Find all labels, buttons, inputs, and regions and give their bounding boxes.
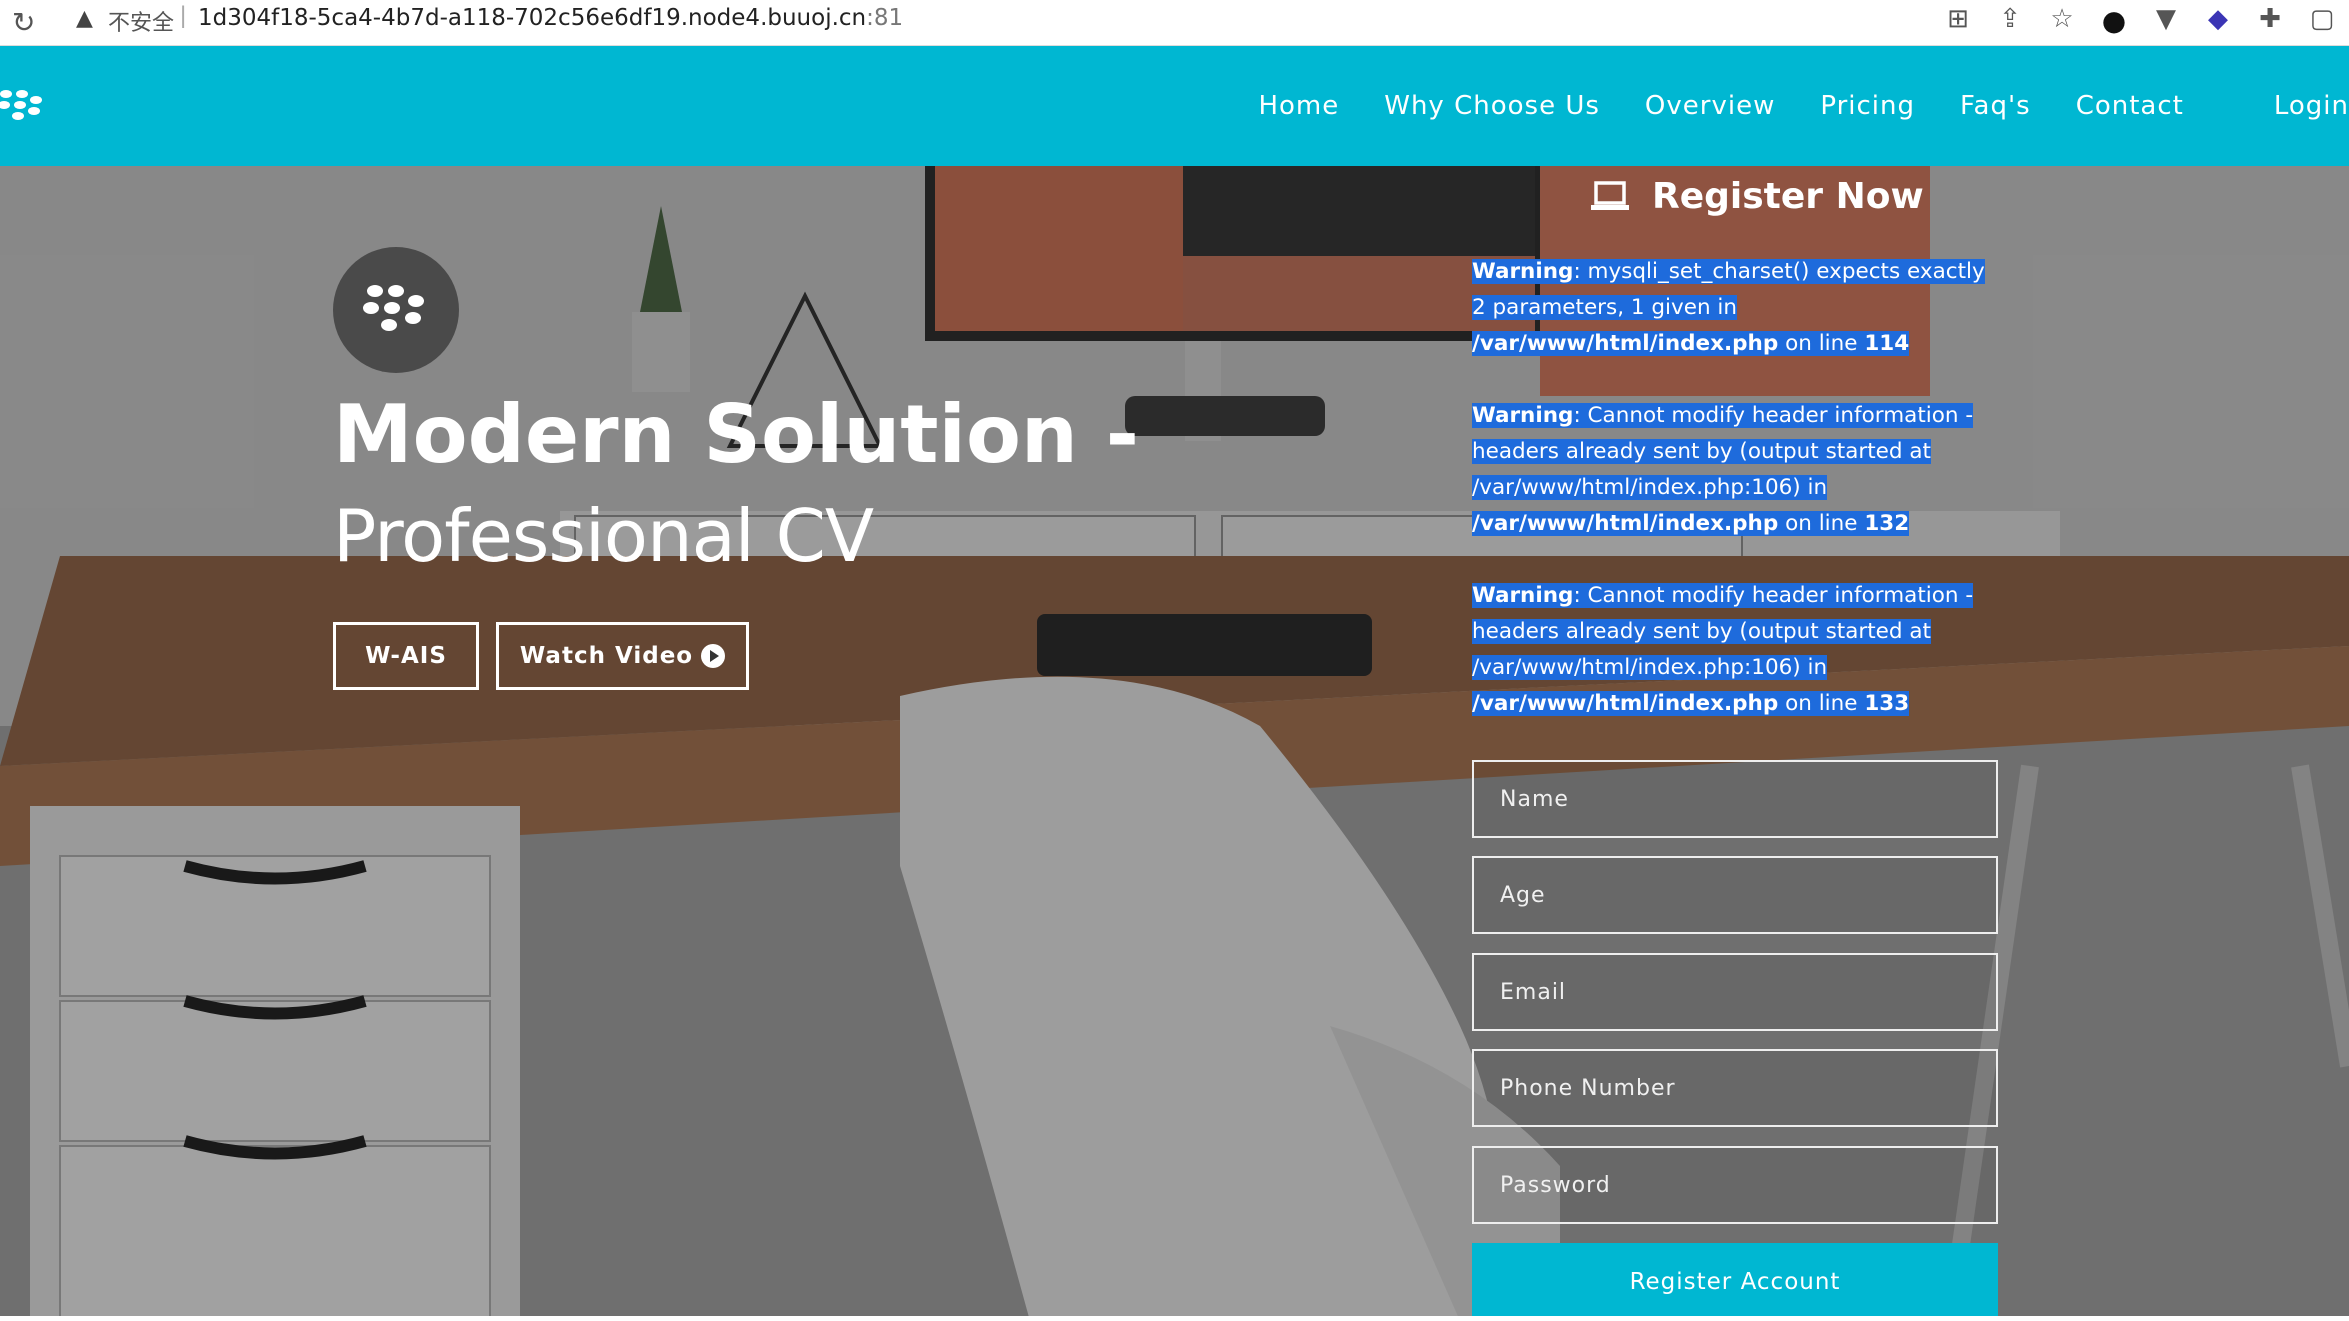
reload-icon[interactable]: ↻ bbox=[12, 6, 35, 39]
nav-contact[interactable]: Contact bbox=[2076, 91, 2184, 121]
register-title: Register Now bbox=[1652, 176, 1924, 217]
phone-number-input[interactable] bbox=[1472, 1049, 1998, 1127]
nav-home[interactable]: Home bbox=[1258, 91, 1339, 121]
warning-label: Warning bbox=[1472, 259, 1574, 284]
email-input[interactable] bbox=[1472, 953, 1998, 1031]
w-ais-button[interactable]: W-AIS bbox=[333, 622, 479, 690]
warning-mid: on line bbox=[1778, 511, 1865, 536]
url-separator: | bbox=[180, 2, 187, 29]
warning-line: 133 bbox=[1864, 691, 1910, 716]
blackberry-logo-icon[interactable] bbox=[0, 84, 44, 128]
toolbar-icons: ⊞ ⇪ ☆ ● ▼ ◆ ✚ ▢ bbox=[1943, 4, 2337, 37]
register-heading: Register Now bbox=[1590, 176, 1924, 217]
nav-links: Home Why Choose Us Overview Pricing Faq'… bbox=[1213, 46, 2349, 166]
translate-icon[interactable]: ⊞ bbox=[1943, 4, 1973, 37]
laptop-icon bbox=[1591, 180, 1629, 210]
extension-badge-icon[interactable]: ◆ bbox=[2203, 4, 2233, 37]
play-circle-icon bbox=[701, 644, 726, 668]
star-icon[interactable]: ☆ bbox=[2047, 4, 2077, 37]
warning-label: Warning bbox=[1472, 583, 1574, 608]
warning-icon[interactable]: ▲ bbox=[76, 6, 93, 31]
w-ais-label: W-AIS bbox=[365, 643, 447, 669]
register-account-button[interactable]: Register Account bbox=[1472, 1243, 1998, 1321]
page-bottom-edge bbox=[0, 1316, 2349, 1321]
hero-logo bbox=[333, 247, 459, 373]
url-host: 1d304f18-5ca4-4b7d-a118-702c56e6df19.nod… bbox=[198, 5, 867, 31]
nav-faqs[interactable]: Faq's bbox=[1960, 91, 2031, 121]
warning-file: /var/www/html/index.php bbox=[1472, 691, 1779, 716]
obsidian-icon[interactable]: ● bbox=[2099, 4, 2129, 37]
blackberry-logo-icon bbox=[363, 285, 424, 331]
hero-section: Modern Solution - Professional CV W-AIS … bbox=[0, 166, 2349, 1321]
hero-subtitle: Professional CV bbox=[333, 494, 874, 578]
warning-line: 114 bbox=[1864, 331, 1910, 356]
vue-devtools-icon[interactable]: ▼ bbox=[2151, 4, 2181, 37]
php-warnings: Warning: mysqli_set_charset() expects ex… bbox=[1472, 254, 1992, 758]
browser-toolbar: ↻ ▲ 不安全 | 1d304f18-5ca4-4b7d-a118-702c56… bbox=[0, 0, 2349, 46]
watch-video-button[interactable]: Watch Video bbox=[496, 622, 749, 690]
name-input[interactable] bbox=[1472, 760, 1998, 838]
php-warning: Warning: Cannot modify header informatio… bbox=[1472, 398, 1992, 542]
warning-line: 132 bbox=[1864, 511, 1910, 536]
nav-overview[interactable]: Overview bbox=[1645, 91, 1775, 121]
watch-video-label: Watch Video bbox=[519, 643, 694, 669]
age-input[interactable] bbox=[1472, 856, 1998, 934]
warning-mid: on line bbox=[1778, 331, 1865, 356]
warning-file: /var/www/html/index.php bbox=[1472, 331, 1779, 356]
warning-mid: on line bbox=[1778, 691, 1865, 716]
php-warning: Warning: Cannot modify header informatio… bbox=[1472, 578, 1992, 722]
php-warning: Warning: mysqli_set_charset() expects ex… bbox=[1472, 254, 1992, 362]
nav-why-choose-us[interactable]: Why Choose Us bbox=[1384, 91, 1600, 121]
puzzle-icon[interactable]: ✚ bbox=[2255, 4, 2285, 37]
url-port: :81 bbox=[866, 5, 904, 31]
password-input[interactable] bbox=[1472, 1146, 1998, 1224]
warning-label: Warning bbox=[1472, 403, 1574, 428]
share-icon[interactable]: ⇪ bbox=[1995, 4, 2025, 37]
nav-pricing[interactable]: Pricing bbox=[1820, 91, 1915, 121]
nav-login[interactable]: Login bbox=[2274, 91, 2349, 121]
sidepanel-icon[interactable]: ▢ bbox=[2307, 4, 2337, 37]
hero-title: Modern Solution - bbox=[333, 388, 1139, 481]
address-bar[interactable]: 1d304f18-5ca4-4b7d-a118-702c56e6df19.nod… bbox=[198, 5, 903, 31]
security-label[interactable]: 不安全 bbox=[108, 5, 174, 37]
site-navbar: Home Why Choose Us Overview Pricing Faq'… bbox=[0, 46, 2349, 166]
warning-file: /var/www/html/index.php bbox=[1472, 511, 1779, 536]
